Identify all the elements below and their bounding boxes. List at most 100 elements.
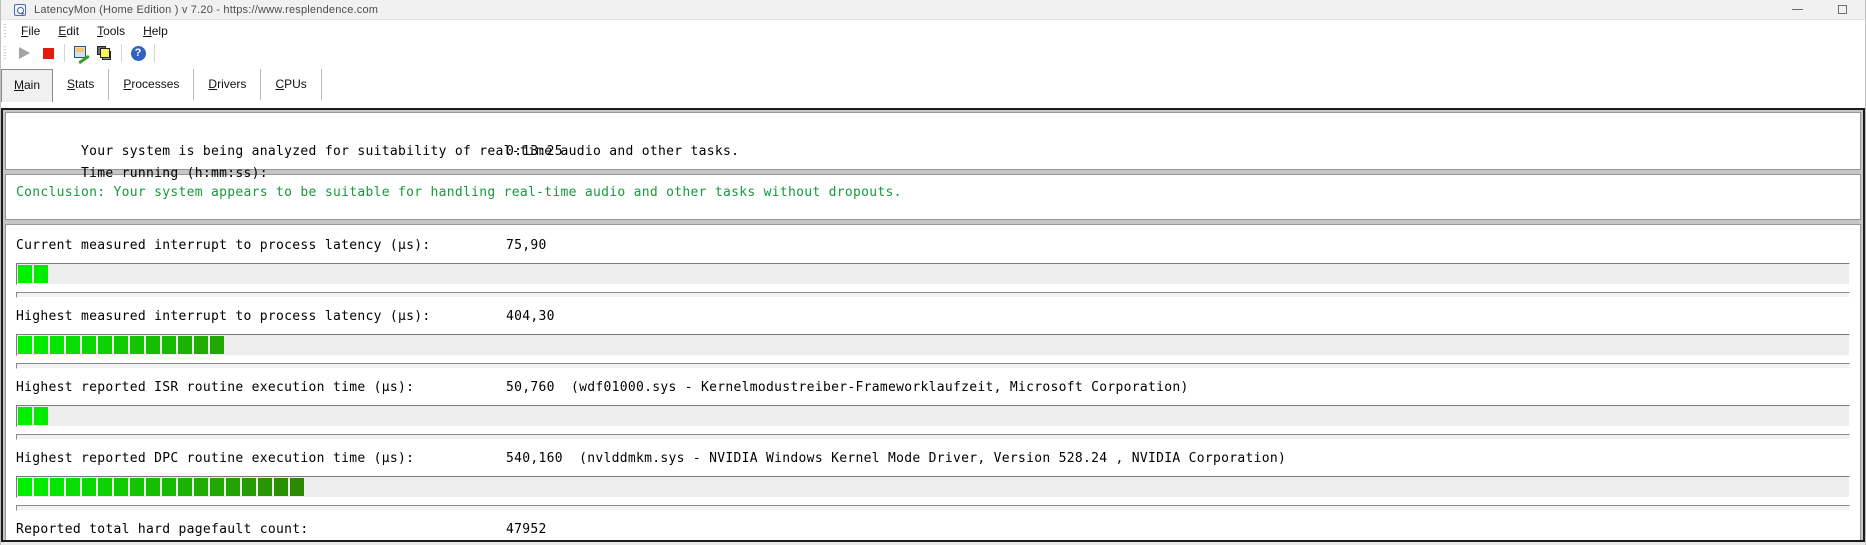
bar-segment (258, 478, 272, 496)
menu-item-edit[interactable]: Edit (49, 21, 88, 41)
tab-stats[interactable]: Stats (53, 69, 110, 100)
bar-segment (210, 336, 224, 354)
time-running-row: Time running (h:mm:ss): 0:13:25 (16, 141, 1850, 181)
metric-value: 404,30 (506, 309, 555, 324)
question-mark-icon: ? (130, 45, 146, 61)
minimize-icon (1792, 9, 1803, 10)
bar-segment (210, 478, 224, 496)
tab-bar: Main Stats Processes Drivers CPUs (1, 65, 1865, 108)
menu-bar: File Edit Tools Help (1, 19, 1865, 41)
metric-row: Highest reported ISR routine execution t… (16, 378, 1850, 440)
latency-bar (16, 263, 1850, 285)
window-title: LatencyMon (Home Edition ) v 7.20 - http… (34, 3, 379, 16)
status-line: Your system is being analyzed for suitab… (16, 119, 1850, 159)
bar-segment (18, 265, 32, 283)
metric-label: Highest measured interrupt to process la… (16, 309, 431, 324)
bar-segment (162, 478, 176, 496)
maximize-button[interactable] (1820, 0, 1865, 19)
metric-row: Current measured interrupt to process la… (16, 236, 1850, 298)
latency-bar (16, 405, 1850, 427)
toolbar-separator (121, 44, 122, 62)
bar-segment (34, 265, 48, 283)
tab-drivers[interactable]: Drivers (194, 69, 262, 100)
separator-groove (16, 434, 1850, 440)
bar-segment (50, 336, 64, 354)
time-running-label: Time running (h:mm:ss): (81, 166, 268, 181)
caption-buttons (1775, 0, 1865, 19)
bar-segment (66, 336, 80, 354)
metric-value: 47952 (506, 522, 547, 537)
metric-label: Reported total hard pagefault count: (16, 522, 309, 537)
bar-segment (146, 336, 160, 354)
bar-segment (34, 407, 48, 425)
metric-row: Highest measured interrupt to process la… (16, 307, 1850, 369)
latency-bar (16, 334, 1850, 356)
metric-row: Reported total hard pagefault count: 4795… (16, 520, 1850, 540)
app-icon (14, 3, 26, 16)
bar-segment (18, 407, 32, 425)
tab-processes[interactable]: Processes (109, 69, 195, 100)
metric-value: 75,90 (506, 238, 547, 253)
monitor-pen-icon (73, 45, 90, 64)
start-monitor-button[interactable] (12, 43, 36, 63)
stop-monitor-button[interactable] (36, 43, 60, 63)
separator-groove (16, 505, 1850, 511)
time-running-value: 0:13:25 (506, 144, 563, 159)
bar-segment (146, 478, 160, 496)
bar-segment (18, 478, 32, 496)
bar-segment (226, 478, 240, 496)
analysis-status-panel: Your system is being analyzed for suitab… (5, 112, 1861, 181)
bar-segment (194, 478, 208, 496)
metric-label: Current measured interrupt to process la… (16, 238, 431, 253)
separator-groove (16, 363, 1850, 369)
bar-segment (82, 336, 96, 354)
metric-value: 540,160 (nvlddmkm.sys - NVIDIA Windows K… (506, 451, 1287, 466)
bar-segment (114, 478, 128, 496)
metric-label: Highest reported ISR routine execution t… (16, 380, 415, 395)
toolbar-gripper (4, 46, 8, 60)
bar-segment (114, 336, 128, 354)
bar-segment (194, 336, 208, 354)
menu-item-tools[interactable]: Tools (88, 21, 134, 41)
options-button[interactable] (69, 43, 93, 64)
maximize-icon (1838, 5, 1847, 14)
metric-value: 50,760 (wdf01000.sys - Kernelmodustreibe… (506, 380, 1189, 395)
toolbar-separator (154, 44, 155, 62)
conclusion-text: Conclusion: Your system appears to be su… (16, 185, 902, 200)
latency-bar (16, 476, 1850, 498)
bar-segment (98, 336, 112, 354)
help-button[interactable]: ? (126, 43, 150, 63)
conclusion-panel: Conclusion: Your system appears to be su… (5, 174, 1861, 220)
main-report-area: Your system is being analyzed for suitab… (1, 108, 1865, 542)
separator-groove (16, 292, 1850, 298)
tab-cpus[interactable]: CPUs (261, 69, 322, 100)
menubar-gripper (4, 23, 8, 38)
minimize-button[interactable] (1775, 0, 1820, 19)
bar-segment (82, 478, 96, 496)
metric-row: Highest reported DPC routine execution t… (16, 449, 1850, 511)
bar-segment (34, 478, 48, 496)
stop-icon (42, 47, 54, 59)
bar-segment (50, 478, 64, 496)
title-bar: LatencyMon (Home Edition ) v 7.20 - http… (1, 0, 1865, 19)
menu-item-file[interactable]: File (12, 21, 49, 41)
metric-label: Highest reported DPC routine execution t… (16, 451, 415, 466)
bar-segment (274, 478, 288, 496)
bar-segment (34, 336, 48, 354)
play-icon (18, 47, 30, 59)
copy-report-button[interactable] (93, 43, 117, 63)
bar-segment (162, 336, 176, 354)
bar-segment (178, 336, 192, 354)
bar-segment (178, 478, 192, 496)
menu-item-help[interactable]: Help (134, 21, 177, 41)
menu-items: File Edit Tools Help (12, 22, 177, 40)
tab-main[interactable]: Main (1, 69, 54, 102)
toolbar-separator (64, 44, 65, 62)
bar-segment (130, 478, 144, 496)
bar-segment (98, 478, 112, 496)
bar-segment (66, 478, 80, 496)
bar-segment (130, 336, 144, 354)
metrics-panel: Current measured interrupt to process la… (5, 224, 1861, 540)
bar-segment (290, 478, 304, 496)
bar-segment (18, 336, 32, 354)
